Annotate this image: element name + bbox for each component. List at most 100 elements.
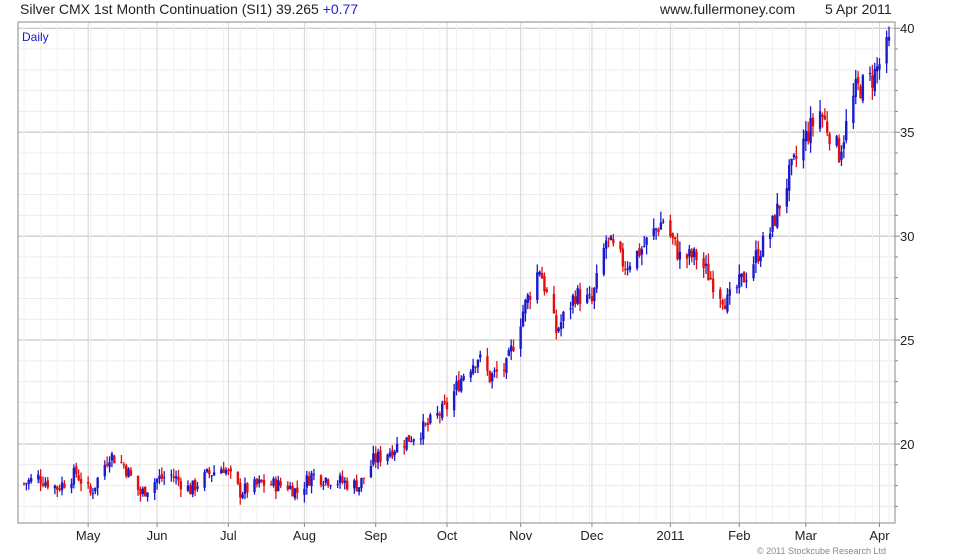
candle-body xyxy=(374,453,377,463)
candle-body xyxy=(605,240,608,249)
candle-body xyxy=(443,401,446,404)
candle-body xyxy=(885,37,888,64)
candle-body xyxy=(160,474,164,479)
candle-body xyxy=(861,75,865,101)
x-tick-label: Jul xyxy=(220,528,237,543)
candle-body xyxy=(136,475,140,491)
candle-body xyxy=(845,121,848,141)
candle-body xyxy=(507,350,510,356)
candle-body xyxy=(505,358,508,373)
candle-body xyxy=(745,280,748,282)
candle-body xyxy=(212,472,216,476)
candle-body xyxy=(63,483,66,488)
candle-body xyxy=(536,272,539,300)
candle-body xyxy=(322,484,325,486)
candle-body xyxy=(821,114,824,118)
candle-body xyxy=(676,240,679,260)
candle-body xyxy=(293,488,297,499)
candle-body xyxy=(757,248,760,262)
x-tick-label: Dec xyxy=(580,528,604,543)
candle-body xyxy=(395,443,399,453)
candle-body xyxy=(158,476,161,479)
candle-body xyxy=(595,273,598,289)
candle-body xyxy=(329,485,332,487)
candle-body xyxy=(823,115,827,120)
candle-body xyxy=(124,465,128,476)
candle-body xyxy=(761,235,765,257)
candle-body xyxy=(345,480,349,490)
candle-body xyxy=(155,478,159,483)
x-tick-label: May xyxy=(76,528,101,543)
candle-body xyxy=(469,371,472,378)
candle-body xyxy=(438,414,442,416)
candle-body xyxy=(868,72,872,75)
candle-body xyxy=(559,322,563,329)
candle-body xyxy=(735,287,739,289)
candle-body xyxy=(673,237,677,240)
candle-body xyxy=(426,422,430,425)
candle-body xyxy=(208,470,211,475)
candle-body xyxy=(719,289,722,299)
candle-body xyxy=(804,130,808,142)
candle-body xyxy=(528,296,532,301)
candle-body xyxy=(291,485,294,497)
candle-body xyxy=(122,464,126,466)
candle-body xyxy=(60,482,64,491)
candle-body xyxy=(262,480,266,486)
candle-body xyxy=(759,256,762,262)
candle-body xyxy=(91,493,95,495)
candle-body xyxy=(526,295,529,303)
candle-body xyxy=(479,354,482,358)
x-tick-label: Mar xyxy=(795,528,818,543)
candle-body xyxy=(203,472,206,488)
candle-body xyxy=(457,380,461,392)
candle-body xyxy=(723,305,727,310)
price-chart: 20 25 30 35 40 May Jun Jul Aug Sep Oct Nov Dec 2011 Fe… xyxy=(17,21,914,543)
candle-body xyxy=(852,95,855,124)
candle-body xyxy=(338,475,342,484)
candle-body xyxy=(96,477,99,488)
candle-body xyxy=(619,241,622,250)
candle-body xyxy=(94,487,97,492)
candle-body xyxy=(702,258,705,269)
candle-body xyxy=(792,154,796,158)
candle-body xyxy=(170,474,173,476)
candle-body xyxy=(39,476,42,484)
candle-body xyxy=(236,471,240,484)
candle-body xyxy=(878,64,881,70)
candle-body xyxy=(524,300,527,314)
candle-body xyxy=(790,158,793,166)
candle-body xyxy=(369,465,373,478)
candle-body xyxy=(303,488,306,495)
candle-body xyxy=(654,228,658,231)
candle-body xyxy=(103,464,106,477)
candle-body xyxy=(569,308,572,310)
candle-body xyxy=(669,220,672,237)
candle-body xyxy=(224,469,228,474)
candle-body xyxy=(488,370,491,383)
candle-body xyxy=(728,289,731,296)
candle-body xyxy=(355,480,358,492)
candle-body xyxy=(811,117,815,127)
candle-body xyxy=(110,453,114,461)
candle-body xyxy=(828,133,831,145)
candle-body xyxy=(229,468,232,472)
candle-body xyxy=(246,483,249,493)
candle-body xyxy=(422,421,425,440)
candle-body xyxy=(222,468,225,473)
candle-body xyxy=(742,272,746,283)
candle-body xyxy=(357,487,361,493)
candle-body xyxy=(452,391,456,411)
candle-body xyxy=(711,278,715,293)
candle-body xyxy=(196,486,199,489)
candle-body xyxy=(586,294,589,303)
candle-body xyxy=(621,248,625,267)
candle-body xyxy=(771,215,774,232)
candle-body xyxy=(227,469,230,471)
candle-body xyxy=(545,289,549,292)
candle-body xyxy=(509,345,513,352)
candle-body xyxy=(709,277,712,280)
candle-body xyxy=(752,264,755,279)
candle-body xyxy=(476,359,480,368)
candle-body xyxy=(690,250,693,258)
